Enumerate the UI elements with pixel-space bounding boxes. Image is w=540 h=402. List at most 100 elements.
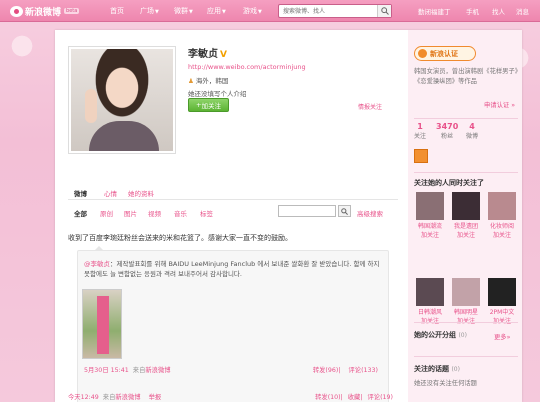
- topics-title: 关注的话题 (0): [414, 364, 460, 374]
- filter-original[interactable]: 原创: [100, 208, 113, 218]
- more-link[interactable]: 更多»: [494, 332, 510, 341]
- auth-label: 新浪认证: [430, 49, 458, 58]
- follow-link[interactable]: 加关注: [486, 316, 518, 325]
- search-button[interactable]: [377, 5, 391, 17]
- top-link-messages[interactable]: 消息: [516, 6, 529, 16]
- stat-number: 3470: [436, 122, 459, 131]
- profile-location: ♟ 海外，韩国: [188, 75, 228, 85]
- quoted-body: 제작발표회를 위해 BAIDU LeeMinjung Fanclub 에서 보내…: [84, 260, 380, 278]
- caret-down-icon: ▼: [258, 9, 262, 15]
- stat-following[interactable]: 1 关注: [414, 122, 426, 140]
- groups-title: 她的公开分组 (0): [414, 330, 467, 340]
- quoted-time-link[interactable]: 5月30日 15:41: [84, 367, 129, 374]
- search-box: [278, 4, 392, 18]
- topics-title-text: 关注的话题: [414, 365, 449, 373]
- suggested-user[interactable]: 韩国明星 加关注: [450, 278, 482, 325]
- top-link-mobile[interactable]: 手机: [466, 6, 479, 16]
- main-column: 李敏贞 V http://www.weibo.com/actorminjung ♟…: [55, 30, 403, 402]
- divider: [414, 322, 518, 323]
- advanced-search-link[interactable]: 高级搜索: [357, 208, 383, 218]
- quoted-author-link[interactable]: @李敏贞: [84, 260, 110, 268]
- topics-count: (0): [451, 366, 460, 373]
- nav-home[interactable]: 首页: [110, 6, 124, 16]
- favorite-link[interactable]: 收藏: [348, 394, 361, 401]
- follow-link[interactable]: 加关注: [486, 230, 518, 239]
- follow-link[interactable]: 加关注: [450, 316, 482, 325]
- report-link[interactable]: 情报关注: [358, 102, 382, 111]
- feed-search-input[interactable]: [278, 205, 336, 217]
- stat-label: 粉丝: [441, 133, 454, 140]
- weibo-logo[interactable]: 新浪微博 beta: [10, 4, 80, 18]
- follow-link[interactable]: 加关注: [450, 230, 482, 239]
- verified-badge-icon: [418, 49, 427, 58]
- topics-empty-text: 她还没有关注任何话题: [414, 380, 477, 387]
- suggested-user[interactable]: 我是遗团 加关注: [450, 192, 482, 239]
- follow-label: 加关注: [201, 102, 221, 110]
- nav-square[interactable]: 广场▼: [140, 6, 159, 16]
- feed-search-button[interactable]: [338, 205, 351, 217]
- nav-apps[interactable]: 应用▼: [207, 6, 226, 16]
- avatar-photo: [71, 49, 173, 151]
- suggested-user[interactable]: 韩国潮流 加关注: [414, 192, 446, 239]
- apply-auth-link[interactable]: 申请认证 »: [484, 100, 515, 109]
- follow-button[interactable]: + 加关注: [188, 98, 229, 112]
- following-title: 关注她的人同时关注了: [414, 179, 484, 187]
- top-link-find-people[interactable]: 找人: [492, 6, 505, 16]
- suggested-user[interactable]: 2PM中文 加关注: [486, 278, 518, 325]
- stat-number: 4: [469, 122, 475, 131]
- suggested-user[interactable]: 日韩潮风 加关注: [414, 278, 446, 325]
- sina-auth-badge[interactable]: 新浪认证: [414, 46, 476, 61]
- image-banner: [97, 296, 109, 354]
- nav-games[interactable]: 游戏▼: [243, 6, 262, 16]
- quoted-source-link[interactable]: 新浪微博: [145, 367, 170, 374]
- search-icon: [380, 7, 389, 15]
- caret-down-icon: ▼: [155, 9, 159, 15]
- user-name: 韩国明星: [453, 309, 478, 316]
- follow-link[interactable]: 加关注: [414, 230, 446, 239]
- quoted-post-actions: 转发(96)| 评论(133): [312, 367, 378, 374]
- stat-posts[interactable]: 4 微博: [466, 122, 478, 140]
- user-avatar: [416, 278, 444, 306]
- suggested-user[interactable]: 化妆师阅 加关注: [486, 192, 518, 239]
- quoted-comment-link[interactable]: 评论(133): [348, 367, 378, 374]
- profile-stats: 1 关注 3470 粉丝 4 微博: [414, 118, 518, 142]
- filter-tags[interactable]: 标签: [200, 208, 213, 218]
- quoted-post-meta: 5月30日 15:41 来自新浪微博: [84, 365, 171, 374]
- user-name: 化妆师阅: [489, 223, 514, 230]
- nav-groups[interactable]: 微群▼: [174, 6, 193, 16]
- stat-followers[interactable]: 3470 粉丝: [436, 122, 458, 140]
- user-avatar: [452, 278, 480, 306]
- person-icon: ♟: [188, 77, 194, 85]
- forward-link[interactable]: 转发(10): [315, 394, 341, 401]
- filter-video[interactable]: 视频: [148, 208, 161, 218]
- filter-music[interactable]: 音乐: [174, 208, 187, 218]
- filter-images[interactable]: 图片: [124, 208, 137, 218]
- post-report-link[interactable]: 举报: [149, 394, 162, 401]
- top-link-user[interactable]: 勤闭福建丁: [418, 6, 451, 16]
- tab-profile-info[interactable]: 她的资料: [128, 188, 154, 198]
- groups-title-text: 她的公开分组: [414, 331, 456, 339]
- post-actions: 转发(10)| 收藏| 评论(19): [315, 394, 393, 401]
- weibo-eye-icon: [10, 5, 23, 17]
- nav-groups-label: 微群: [174, 7, 188, 15]
- user-name: 韩国潮流: [417, 223, 442, 230]
- filter-all[interactable]: 全部: [74, 208, 87, 218]
- medal-icon[interactable]: [414, 149, 428, 163]
- location-text: 海外，韩国: [195, 77, 229, 85]
- profile-tabs: 微博 心情 她的资料: [68, 186, 398, 200]
- quoted-post-image[interactable]: [82, 289, 122, 359]
- search-input[interactable]: [279, 5, 375, 17]
- tab-weibo[interactable]: 微博: [74, 188, 87, 198]
- search-icon: [341, 207, 348, 215]
- profile-url-link[interactable]: http://www.weibo.com/actorminjung: [188, 63, 306, 71]
- nav-apps-label: 应用: [207, 7, 221, 15]
- follow-link[interactable]: 加关注: [414, 316, 446, 325]
- post-time-link[interactable]: 今天12:49: [68, 394, 99, 401]
- post-source-link[interactable]: 新浪微博: [115, 394, 140, 401]
- avatar[interactable]: [68, 46, 176, 154]
- post-meta: 今天12:49 来自新浪微博 举报: [68, 392, 161, 401]
- quoted-forward-link[interactable]: 转发(96): [313, 367, 339, 374]
- comment-link[interactable]: 评论(19): [367, 394, 393, 401]
- tab-mood[interactable]: 心情: [104, 188, 117, 198]
- stat-label: 微博: [466, 133, 479, 140]
